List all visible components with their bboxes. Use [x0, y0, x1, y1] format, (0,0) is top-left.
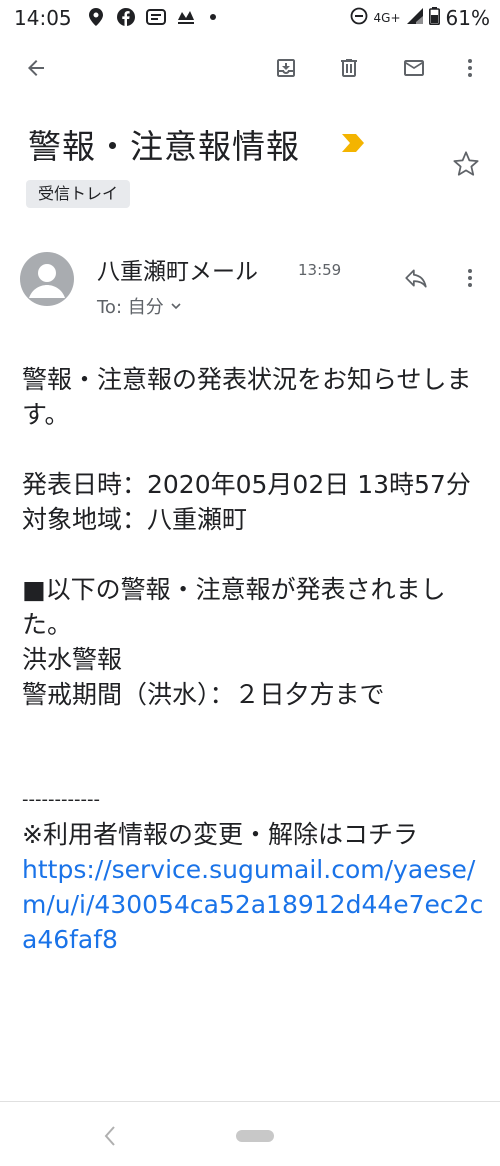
body-date-line: 発表日時：2020年05月02日 13時57分 [22, 470, 471, 499]
more-vert-icon [468, 269, 472, 287]
person-icon [29, 264, 65, 298]
status-bar: 14:05 4G+ 61% [0, 0, 500, 36]
chevron-left-icon [104, 1126, 115, 1146]
back-button[interactable] [12, 44, 60, 92]
email-body: 警報・注意報の発表状況をお知らせします。 発表日時：2020年05月02日 13… [22, 362, 487, 957]
signal-icon [406, 8, 423, 28]
recipient-details-toggle[interactable]: To: 自分 [97, 293, 182, 319]
system-status: 4G+ 61% [350, 6, 490, 30]
more-notifications-dot [210, 14, 216, 20]
more-vert-icon [468, 59, 472, 77]
archive-button[interactable] [262, 44, 310, 92]
battery-icon [428, 7, 440, 29]
network-type: 4G+ [373, 11, 401, 25]
email-subject: 警報・注意報情報 [28, 127, 300, 166]
unsubscribe-link[interactable]: https://service.sugumail.com/yaese/m/u/i… [22, 852, 487, 957]
more-options-button[interactable] [446, 44, 494, 92]
sent-time: 13:59 [298, 261, 342, 279]
delete-button[interactable] [325, 44, 373, 92]
trash-icon [341, 59, 357, 77]
sender-name: 八重瀬町メール [97, 259, 258, 285]
body-warning-name: 洪水警報 [22, 645, 123, 674]
body-separator: ------------ [22, 789, 100, 810]
news-app-icon [146, 7, 166, 27]
avatar[interactable] [20, 252, 74, 306]
weather-alert-icon [176, 7, 196, 27]
mark-unread-button[interactable] [390, 44, 438, 92]
body-period-line: 警戒期間（洪水）：２日夕方まで [22, 680, 385, 709]
reply-button[interactable] [396, 258, 436, 298]
archive-icon [277, 59, 295, 77]
nav-divider [0, 1101, 500, 1102]
reply-icon [405, 269, 427, 288]
message-more-button[interactable] [450, 258, 490, 298]
facebook-icon [116, 7, 136, 27]
star-icon[interactable] [452, 150, 480, 182]
body-issued-line: ■以下の警報・注意報が発表されました。 [22, 575, 446, 639]
body-area-line: 対象地域：八重瀬町 [22, 505, 248, 534]
to-line-text: To: 自分 [97, 297, 164, 318]
location-pin-icon [86, 7, 106, 27]
inbox-label-chip[interactable]: 受信トレイ [26, 180, 131, 208]
nav-back-button[interactable] [96, 1120, 124, 1152]
arrow-left-icon [28, 60, 44, 76]
body-intro: 警報・注意報の発表状況をお知らせします。 [22, 365, 472, 429]
mail-icon [404, 60, 424, 76]
chevron-down-icon [171, 303, 181, 310]
status-time: 14:05 [14, 6, 72, 30]
importance-marker-icon[interactable] [342, 134, 364, 156]
dnd-icon [350, 7, 368, 29]
nav-home-pill[interactable] [236, 1130, 274, 1142]
battery-percent: 61% [445, 6, 490, 30]
body-footer-note: ※利用者情報の変更・解除はコチラ [22, 820, 418, 849]
notification-icons [86, 7, 216, 27]
email-toolbar [0, 44, 500, 92]
